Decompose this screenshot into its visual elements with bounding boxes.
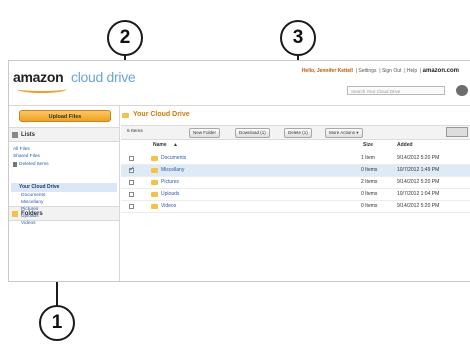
row-checkbox[interactable] <box>129 204 134 209</box>
tree-item-pictures[interactable]: Pictures <box>21 207 38 212</box>
greeting-link[interactable]: Hello, Jennifer Kettell <box>302 68 353 74</box>
row-size: 0 Items <box>361 203 378 209</box>
row-name[interactable]: Videos <box>161 203 176 209</box>
account-links: Hello, Jennifer Kettell | Settings | Sig… <box>301 68 459 74</box>
row-added: 9/14/2012 5:20 PM <box>397 203 440 209</box>
amazon-smile-icon <box>17 85 67 93</box>
callout-1: 1 <box>39 305 75 341</box>
help-link[interactable]: Help <box>407 68 417 74</box>
callout-3: 3 <box>280 20 316 56</box>
page-title: Your Cloud Drive <box>133 111 190 118</box>
upload-files-button[interactable]: Upload Files <box>19 110 111 122</box>
chevron-down-icon: ▾ <box>356 130 359 135</box>
table-header: Name ▲ Size Added <box>121 140 470 150</box>
tree-item-videos[interactable]: Videos <box>21 221 36 226</box>
tree-item-documents[interactable]: Documents <box>21 193 45 198</box>
amazon-com-link[interactable]: amazon.com <box>423 68 459 74</box>
row-checkbox[interactable] <box>129 180 134 185</box>
delete-button[interactable]: Delete (1) <box>284 128 312 138</box>
row-size: 1 Item <box>361 155 375 161</box>
sidebar-item-all-files[interactable]: All Files <box>13 147 30 152</box>
row-name[interactable]: Uploads <box>161 191 179 197</box>
row-name[interactable]: Pictures <box>161 179 179 185</box>
more-actions-button[interactable]: More Actions ▾ <box>325 128 363 138</box>
sign-out-link[interactable]: Sign Out <box>382 68 401 74</box>
items-count: 5 Items <box>127 129 143 134</box>
row-added: 10/7/2012 1:04 PM <box>397 191 440 197</box>
folder-icon <box>122 113 129 118</box>
row-added: 9/14/2012 5:20 PM <box>397 155 440 161</box>
row-checkbox[interactable] <box>129 192 134 197</box>
sidebar-item-shared-files[interactable]: Shared Files <box>13 154 40 159</box>
tree-item-uploads[interactable]: Uploads <box>21 214 39 219</box>
download-button[interactable]: Download (1) <box>235 128 270 138</box>
folder-icon <box>151 156 158 161</box>
more-actions-label: More Actions <box>329 130 356 135</box>
row-added: 10/7/2012 1:49 PM <box>397 167 440 173</box>
row-checkbox[interactable] <box>129 156 134 161</box>
new-folder-button[interactable]: New Folder <box>189 128 221 138</box>
search-icon[interactable] <box>456 85 468 96</box>
logo-amazon[interactable]: amazon <box>13 69 64 85</box>
tree-item-miscellany[interactable]: Miscellany <box>21 200 43 205</box>
row-size: 2 Items <box>361 179 378 185</box>
settings-link[interactable]: Settings <box>358 68 376 74</box>
column-size[interactable]: Size <box>363 142 373 148</box>
table-row[interactable]: Miscellany 0 Items 10/7/2012 1:49 PM <box>121 165 470 177</box>
row-size: 0 Items <box>361 191 378 197</box>
top-bar: amazon cloud drive Hello, Jennifer Kette… <box>9 61 470 106</box>
row-added: 9/14/2012 5:20 PM <box>397 179 440 185</box>
cloud-drive-window: amazon cloud drive Hello, Jennifer Kette… <box>8 60 470 282</box>
table-row[interactable]: Videos 0 Items 9/14/2012 5:20 PM <box>121 201 470 213</box>
sidebar-item-deleted-items[interactable]: Deleted Items <box>19 162 49 167</box>
list-icon <box>12 132 18 138</box>
folder-icon <box>151 204 158 209</box>
row-name[interactable]: Documents <box>161 155 186 161</box>
lists-heading: Lists <box>9 127 119 142</box>
table-row[interactable]: Documents 1 Item 9/14/2012 5:20 PM <box>121 153 470 165</box>
column-name[interactable]: Name <box>153 142 167 148</box>
logo-cloud-drive[interactable]: cloud drive <box>71 69 136 85</box>
folder-icon <box>151 192 158 197</box>
folder-icon <box>12 211 18 217</box>
trash-icon <box>13 162 17 167</box>
view-toggle[interactable] <box>446 127 468 137</box>
folder-icon <box>151 168 158 173</box>
folder-icon <box>151 180 158 185</box>
table-row[interactable]: Pictures 2 Items 9/14/2012 5:20 PM <box>121 177 470 189</box>
lists-heading-label: Lists <box>21 132 36 138</box>
table-row[interactable]: Uploads 0 Items 10/7/2012 1:04 PM <box>121 189 470 201</box>
callout-2: 2 <box>107 20 143 56</box>
row-name[interactable]: Miscellany <box>161 167 184 173</box>
search-input[interactable]: Search Your Cloud Drive <box>347 86 445 95</box>
tree-root-your-cloud-drive[interactable]: Your Cloud Drive <box>11 183 117 192</box>
column-added[interactable]: Added <box>397 142 413 148</box>
row-size: 0 Items <box>361 167 378 173</box>
toolbar: New Folder Download (1) Delete (1) More … <box>121 125 470 140</box>
row-checkbox[interactable] <box>129 165 135 173</box>
sort-asc-icon: ▲ <box>173 142 178 148</box>
